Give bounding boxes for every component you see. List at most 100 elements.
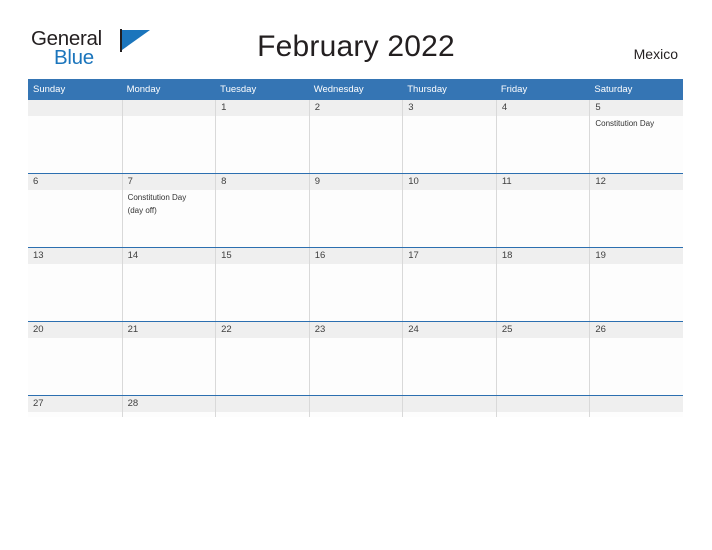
calendar-day-cell[interactable]: 15	[215, 247, 309, 322]
weekday-header-wednesday: Wednesday	[308, 79, 403, 100]
calendar-day-number: 25	[496, 322, 590, 338]
calendar-day-cell-inner	[308, 396, 403, 417]
calendar-day-cell[interactable]	[402, 395, 496, 417]
weekday-header-monday: Monday	[121, 79, 216, 100]
calendar-week-row: 13 14 15 16 17 18 19	[28, 247, 683, 322]
calendar-day-number	[496, 396, 590, 412]
calendar-day-cell[interactable]: 11	[495, 173, 590, 248]
calendar-day-cell-inner: 22	[215, 322, 309, 395]
calendar-day-cell-inner: 18	[495, 248, 590, 321]
calendar-day-cell-inner: 13	[28, 248, 122, 321]
calendar-header-row: Sunday Monday Tuesday Wednesday Thursday Frid…	[28, 79, 683, 100]
calendar-day-number	[403, 396, 496, 412]
calendar-day-cell[interactable]: 21	[121, 321, 216, 396]
calendar-day-cell-inner: 28	[121, 396, 216, 417]
calendar-day-cell[interactable]: 8	[215, 173, 309, 248]
calendar-day-cell[interactable]: 2	[308, 100, 403, 174]
calendar-day-number: 14	[122, 248, 216, 264]
calendar-day-number: 2	[309, 100, 403, 116]
calendar-day-cell[interactable]: 13	[28, 247, 122, 322]
calendar-day-cell[interactable]: 24	[402, 321, 496, 396]
calendar-day-number: 28	[122, 396, 216, 412]
calendar-event-label: Constitution Day	[595, 119, 655, 128]
calendar-day-cell[interactable]: 5 Constitution Day	[589, 100, 683, 174]
calendar-day-number: 6	[28, 174, 122, 190]
calendar-day-cell[interactable]: 3	[402, 100, 496, 174]
calendar-day-cell-inner	[495, 396, 590, 417]
calendar-day-number: 13	[28, 248, 122, 264]
calendar-day-cell-inner	[121, 100, 216, 173]
weekday-header-friday: Friday	[495, 79, 590, 100]
calendar-day-cell-inner: 1	[215, 100, 309, 173]
calendar-day-number: 16	[309, 248, 403, 264]
calendar-day-number: 22	[216, 322, 309, 338]
calendar-day-cell-inner: 6	[28, 174, 122, 247]
calendar-day-cell-inner: 12	[589, 174, 683, 247]
calendar-day-cell[interactable]: 12	[589, 173, 683, 248]
calendar-day-cell[interactable]: 25	[495, 321, 590, 396]
calendar-day-cell-inner: 3	[402, 100, 496, 173]
calendar-day-cell[interactable]: 14	[121, 247, 216, 322]
calendar-day-number: 15	[216, 248, 309, 264]
calendar-day-number: 20	[28, 322, 122, 338]
calendar-day-cell-inner: 24	[402, 322, 496, 395]
calendar-day-cell[interactable]	[308, 395, 403, 417]
calendar-day-cell-inner: 16	[308, 248, 403, 321]
calendar-day-cell[interactable]	[589, 395, 683, 417]
calendar-day-cell-inner: 8	[215, 174, 309, 247]
calendar-day-cell-inner	[215, 396, 309, 417]
calendar-day-cell[interactable]: 22	[215, 321, 309, 396]
calendar-day-cell[interactable]	[495, 395, 590, 417]
country-label: Mexico	[633, 46, 678, 62]
weekday-header-thursday: Thursday	[402, 79, 496, 100]
calendar-day-number: 5	[590, 100, 683, 116]
calendar-day-cell-inner: 20	[28, 322, 122, 395]
calendar-day-cell[interactable]: 27	[28, 395, 122, 417]
calendar-day-cell-inner	[589, 396, 683, 417]
calendar-day-cell[interactable]: 1	[215, 100, 309, 174]
calendar-day-number: 9	[309, 174, 403, 190]
calendar-body: 1 2 3 4 5 Constitution Day 6 7 Constitution Day(…	[28, 100, 683, 417]
weekday-header-tuesday: Tuesday	[215, 79, 309, 100]
calendar-day-number: 1	[216, 100, 309, 116]
calendar-day-cell-inner: 26	[589, 322, 683, 395]
calendar-day-cell[interactable]: 9	[308, 173, 403, 248]
calendar-day-cell[interactable]: 20	[28, 321, 122, 396]
calendar-day-number: 24	[403, 322, 496, 338]
calendar-day-number	[309, 396, 403, 412]
calendar-day-cell[interactable]: 17	[402, 247, 496, 322]
calendar-day-number: 3	[403, 100, 496, 116]
calendar-day-number	[216, 396, 309, 412]
calendar-day-cell[interactable]: 19	[589, 247, 683, 322]
calendar-week-row: 1 2 3 4 5 Constitution Day	[28, 100, 683, 174]
calendar-day-cell[interactable]: 6	[28, 173, 122, 248]
calendar-day-cell-inner: 7 Constitution Day (day off)	[121, 174, 216, 247]
calendar-day-cell[interactable]: 28	[121, 395, 216, 417]
calendar-table: Sunday Monday Tuesday Wednesday Thursday Frid…	[28, 79, 683, 417]
calendar-day-cell-inner: 17	[402, 248, 496, 321]
calendar-day-cell[interactable]: 4	[495, 100, 590, 174]
page-title: February 2022	[257, 30, 455, 63]
calendar-day-cell-inner: 10	[402, 174, 496, 247]
calendar-day-cell[interactable]: 7 Constitution Day (day off)	[121, 173, 216, 248]
calendar-day-cell[interactable]: 23	[308, 321, 403, 396]
calendar-day-cell[interactable]: 26	[589, 321, 683, 396]
calendar-day-number: 10	[403, 174, 496, 190]
calendar-day-number	[590, 396, 683, 412]
calendar-day-cell-inner: 9	[308, 174, 403, 247]
calendar-day-cell[interactable]	[28, 100, 122, 174]
calendar-day-number: 17	[403, 248, 496, 264]
calendar-day-number	[28, 100, 122, 116]
calendar-day-number: 4	[496, 100, 590, 116]
calendar-day-cell[interactable]: 10	[402, 173, 496, 248]
calendar-day-cell[interactable]: 18	[495, 247, 590, 322]
calendar-day-number: 27	[28, 396, 122, 412]
calendar-day-cell[interactable]	[121, 100, 216, 174]
calendar-day-cell-inner: 25	[495, 322, 590, 395]
calendar-day-cell[interactable]: 16	[308, 247, 403, 322]
calendar-day-cell[interactable]	[215, 395, 309, 417]
calendar-day-cell-inner: 5 Constitution Day	[589, 100, 683, 173]
calendar-week-row: 6 7 Constitution Day (day off) 8 9 10 11 12	[28, 173, 683, 248]
calendar-day-cell-inner: 14	[121, 248, 216, 321]
calendar-day-number: 11	[496, 174, 590, 190]
